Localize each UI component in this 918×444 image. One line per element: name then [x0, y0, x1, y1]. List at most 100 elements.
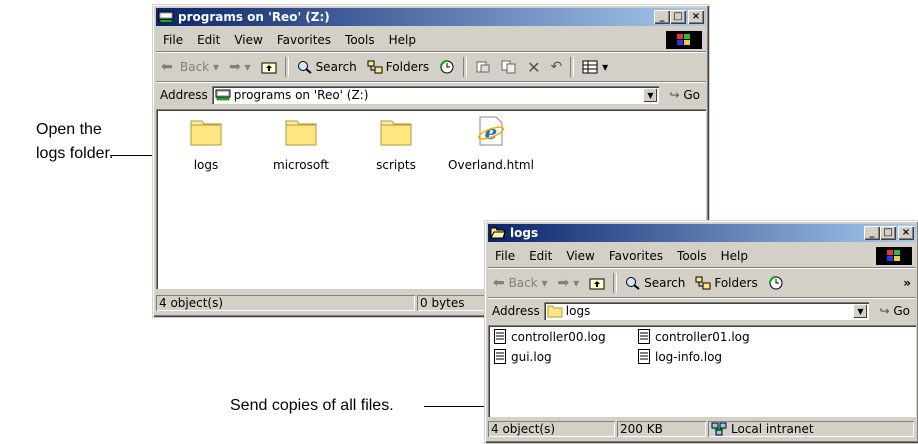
- go-arrow-icon: ↪: [669, 88, 680, 102]
- menu-edit[interactable]: Edit: [190, 33, 227, 47]
- up-folder-icon: [589, 278, 605, 290]
- menu-help[interactable]: Help: [382, 33, 423, 47]
- callout-send-files: Send copies of all files.: [230, 394, 394, 418]
- toolbar: ⬅ Back ▾ ➡ ▾ Search Folders »: [488, 269, 916, 298]
- search-icon: [626, 277, 640, 290]
- up-folder-button[interactable]: [256, 60, 282, 74]
- address-field[interactable]: programs on 'Reo' (Z:) ▼: [211, 86, 660, 104]
- network-drive-icon: [158, 11, 174, 23]
- svg-text:e: e: [485, 120, 498, 144]
- address-field[interactable]: logs ▼: [543, 302, 870, 320]
- undo-icon: ↶: [550, 59, 563, 75]
- go-button[interactable]: ↪ Go: [659, 88, 706, 102]
- back-button[interactable]: ⬅ Back ▾: [488, 275, 553, 291]
- copy-to-button[interactable]: [496, 60, 522, 74]
- folders-icon: [367, 60, 383, 74]
- folders-button[interactable]: Folders: [362, 60, 434, 74]
- address-label: Address: [160, 88, 208, 102]
- menu-favorites[interactable]: Favorites: [270, 33, 338, 47]
- copy-to-icon: [501, 60, 516, 74]
- forward-button[interactable]: ➡ ▾: [224, 59, 256, 75]
- text-file-icon: [494, 329, 506, 344]
- status-count: 4 object(s): [156, 295, 415, 311]
- titlebar-programs[interactable]: programs on 'Reo' (Z:) _ □ ×: [156, 8, 706, 26]
- status-count: 4 object(s): [488, 421, 615, 437]
- menu-tools[interactable]: Tools: [670, 249, 714, 263]
- file-item-overland-html[interactable]: e Overland.html: [446, 115, 536, 172]
- file-item-controller00[interactable]: controller00.log: [494, 329, 606, 344]
- search-button[interactable]: Search: [620, 276, 690, 290]
- file-item-gui[interactable]: gui.log: [494, 349, 552, 364]
- back-button[interactable]: ⬅ Back ▾: [156, 60, 224, 74]
- toolbar-overflow-button[interactable]: »: [898, 276, 916, 290]
- menu-tools[interactable]: Tools: [338, 33, 382, 47]
- folder-icon: [285, 120, 317, 146]
- up-folder-icon: [261, 62, 277, 74]
- menu-file[interactable]: File: [156, 33, 190, 47]
- forward-button[interactable]: ➡ ▾: [553, 275, 585, 291]
- back-arrow-icon: ⬅: [493, 275, 505, 291]
- menu-view[interactable]: View: [559, 249, 601, 263]
- history-button[interactable]: [763, 276, 789, 290]
- back-arrow-icon: ⬅: [161, 59, 173, 75]
- text-file-icon: [638, 329, 650, 344]
- search-button[interactable]: Search: [292, 60, 362, 74]
- history-button[interactable]: [434, 60, 460, 74]
- move-to-icon: [476, 61, 490, 73]
- go-button[interactable]: ↪ Go: [869, 304, 916, 318]
- folder-item-logs[interactable]: logs: [171, 115, 241, 172]
- menu-help[interactable]: Help: [714, 249, 755, 263]
- address-dropdown-button[interactable]: ▼: [643, 88, 658, 102]
- windows-logo-icon: [876, 247, 912, 265]
- go-arrow-icon: ↪: [879, 304, 890, 318]
- minimize-button[interactable]: _: [864, 226, 880, 240]
- callout-send-pointer: [424, 406, 484, 407]
- menu-file[interactable]: File: [488, 249, 522, 263]
- menu-edit[interactable]: Edit: [522, 249, 559, 263]
- windows-logo-icon: [666, 31, 702, 49]
- menubar: File Edit View Favorites Tools Help: [488, 245, 916, 268]
- toolbar-separator: [284, 57, 289, 77]
- address-dropdown-button[interactable]: ▼: [853, 304, 868, 318]
- close-button[interactable]: ×: [688, 10, 704, 24]
- delete-button[interactable]: ✕: [522, 58, 545, 77]
- status-size: 200 KB: [617, 421, 706, 437]
- folder-icon: [547, 305, 563, 318]
- folder-item-microsoft[interactable]: microsoft: [266, 115, 336, 172]
- toolbar: ⬅ Back ▾ ➡ ▾ Search Folders ✕ ↶ ▾: [156, 53, 706, 82]
- delete-icon: ✕: [527, 57, 541, 77]
- file-view-logs[interactable]: controller00.log controller01.log gui.lo…: [488, 325, 916, 417]
- item-label: Overland.html: [448, 158, 534, 172]
- views-icon: [582, 60, 598, 74]
- menu-view[interactable]: View: [227, 33, 269, 47]
- minimize-button[interactable]: _: [654, 10, 670, 24]
- menubar: File Edit View Favorites Tools Help: [156, 29, 706, 52]
- move-to-button[interactable]: [470, 60, 496, 74]
- address-bar: Address logs ▼ ↪ Go: [488, 299, 916, 323]
- window-title: logs: [510, 226, 539, 240]
- address-value: programs on 'Reo' (Z:): [233, 88, 369, 102]
- address-value: logs: [565, 304, 591, 318]
- close-button[interactable]: ×: [898, 226, 914, 240]
- address-bar: Address programs on 'Reo' (Z:) ▼ ↪ Go: [156, 83, 706, 107]
- up-folder-button[interactable]: [584, 276, 610, 290]
- maximize-button[interactable]: □: [670, 10, 686, 24]
- titlebar-logs[interactable]: logs _ □ ×: [488, 224, 916, 242]
- folder-item-scripts[interactable]: scripts: [361, 115, 431, 172]
- window-logs: logs _ □ × File Edit View Favorites Tool…: [484, 220, 918, 444]
- item-label: logs: [193, 158, 219, 172]
- item-label: microsoft: [273, 158, 329, 172]
- file-item-log-info[interactable]: log-info.log: [638, 349, 722, 364]
- ie-html-icon: e: [477, 116, 505, 146]
- maximize-button[interactable]: □: [880, 226, 896, 240]
- views-button[interactable]: ▾: [577, 60, 613, 74]
- callout-open-line2: logs folder.: [36, 145, 114, 162]
- undo-button[interactable]: ↶: [546, 59, 568, 75]
- folders-button[interactable]: Folders: [690, 276, 762, 290]
- forward-arrow-icon: ➡: [228, 59, 241, 75]
- item-label: scripts: [376, 158, 416, 172]
- callout-send-text: Send copies of all files.: [230, 397, 394, 414]
- file-item-controller01[interactable]: controller01.log: [638, 329, 750, 344]
- toolbar-separator: [463, 57, 468, 77]
- menu-favorites[interactable]: Favorites: [602, 249, 670, 263]
